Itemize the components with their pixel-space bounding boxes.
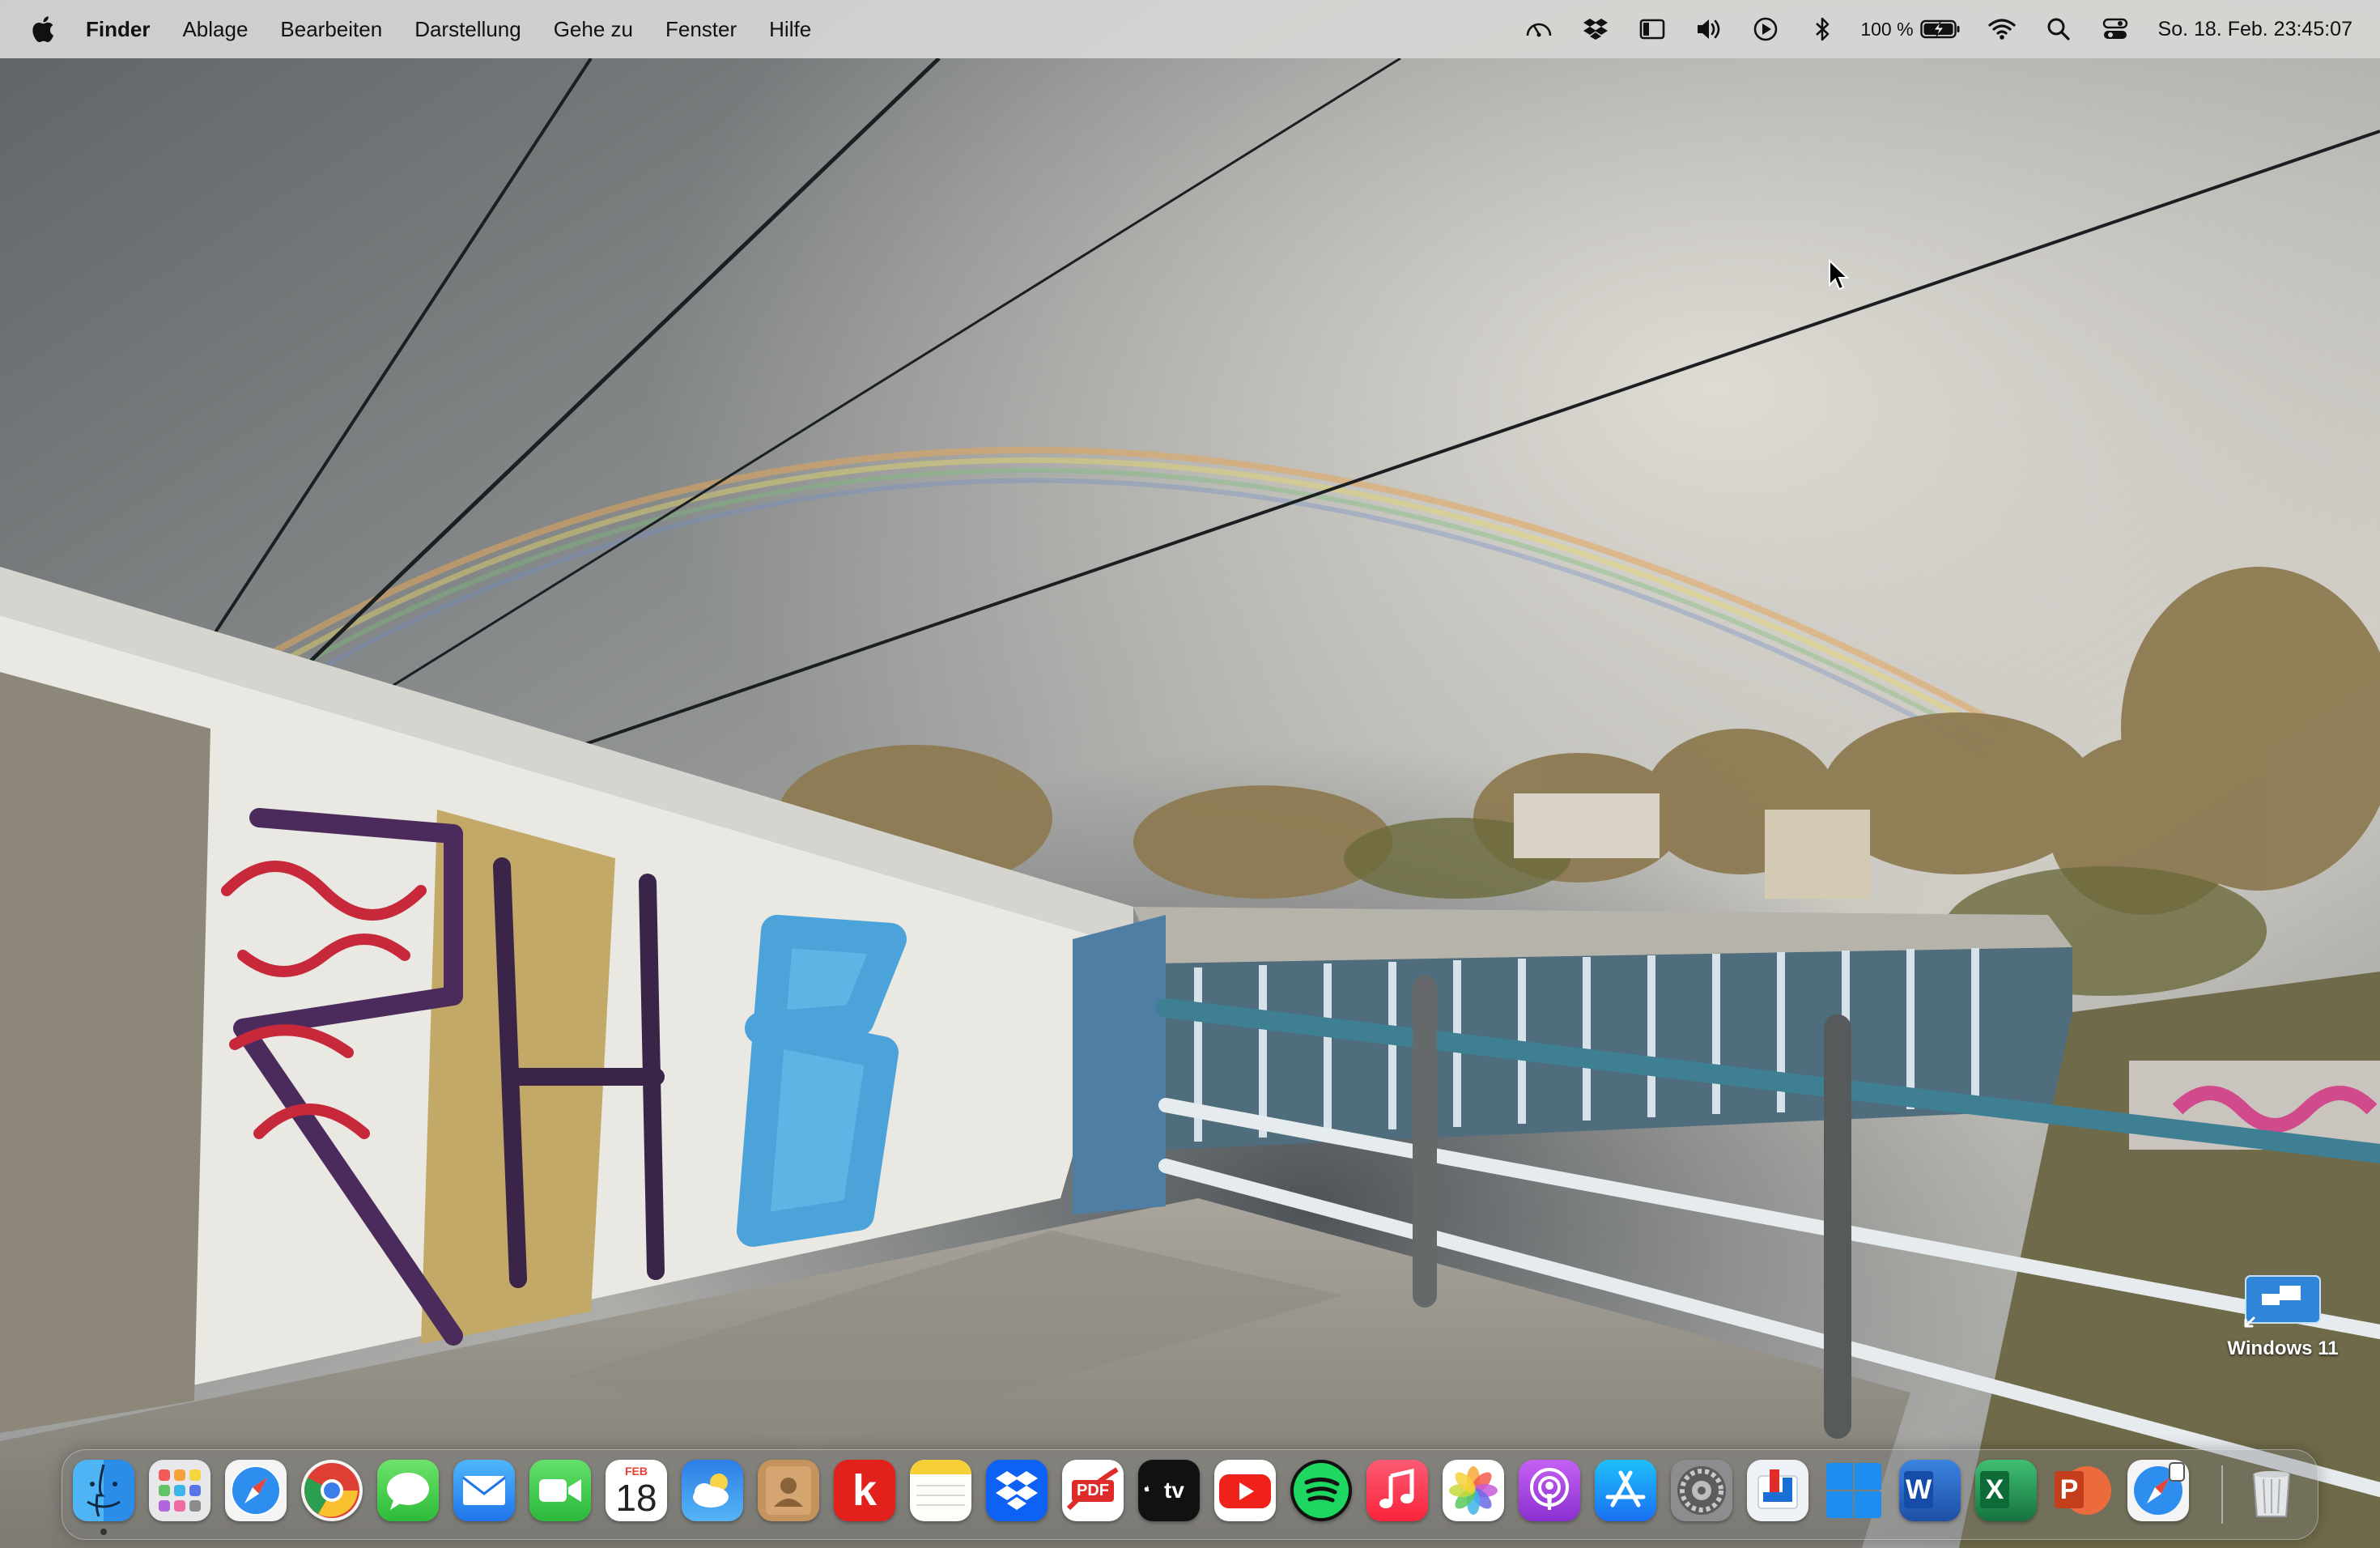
dropbox-icon[interactable] (1579, 15, 1612, 44)
dock-parallels-icon[interactable] (1747, 1460, 1808, 1521)
spotlight-search-icon[interactable] (2042, 15, 2075, 44)
dock-running-indicator (100, 1529, 107, 1535)
dock-chrome-icon[interactable] (301, 1460, 363, 1521)
control-center-icon[interactable] (2099, 15, 2131, 44)
dock-weather-icon[interactable] (682, 1460, 743, 1521)
menu-ablage[interactable]: Ablage (166, 17, 264, 42)
bluetooth-icon[interactable] (1806, 15, 1838, 44)
dock-contacts-icon[interactable] (758, 1460, 819, 1521)
menu-gehe-zu[interactable]: Gehe zu (538, 17, 649, 42)
desktop-icon-windows-11[interactable]: Windows 11 (2210, 1269, 2356, 1360)
dock-spotify-icon[interactable] (1290, 1460, 1352, 1521)
battery-percent: 100 % (1860, 18, 1914, 40)
dock-dropbox-icon[interactable] (986, 1460, 1048, 1521)
dock-facetime-icon[interactable] (529, 1460, 591, 1521)
dock-trash-icon[interactable] (2241, 1460, 2302, 1521)
dock-mail-icon[interactable] (453, 1460, 515, 1521)
word-letter: W (1904, 1471, 1933, 1508)
dock-launchpad-icon[interactable] (149, 1460, 210, 1521)
dock-music-icon[interactable] (1366, 1460, 1428, 1521)
desktop-wallpaper (0, 0, 2380, 1548)
sidebar-icon[interactable] (1636, 15, 1668, 44)
calendar-day: 18 (615, 1477, 657, 1519)
kleinanzeigen-letter: k (852, 1466, 878, 1515)
wifi-icon[interactable] (1986, 15, 2018, 44)
dock-finder-icon[interactable] (73, 1460, 134, 1521)
dock-messages-icon[interactable] (377, 1460, 439, 1521)
dock-apple-tv-icon[interactable]: tv (1138, 1460, 1200, 1521)
menubar-clock[interactable]: So. 18. Feb. 23:45:07 (2158, 18, 2352, 41)
dock-safari-preview-icon[interactable] (2127, 1460, 2189, 1521)
dock-powerpoint-icon[interactable]: P (2051, 1460, 2113, 1521)
apple-logo-icon[interactable] (31, 13, 58, 45)
menu-fenster[interactable]: Fenster (649, 17, 753, 42)
excel-letter: X (1980, 1471, 2009, 1508)
dock-kleinanzeigen-icon[interactable]: k (834, 1460, 895, 1521)
menu-bearbeiten[interactable]: Bearbeiten (264, 17, 398, 42)
dock-pdf-expert-icon[interactable]: PDF (1062, 1460, 1124, 1521)
dock-podcasts-icon[interactable] (1519, 1460, 1580, 1521)
dock-safari-icon[interactable] (225, 1460, 287, 1521)
dock-system-settings-icon[interactable] (1671, 1460, 1732, 1521)
battery-icon[interactable] (1919, 19, 1961, 39)
dock-calendar-icon[interactable]: FEB 18 (606, 1460, 667, 1521)
speedometer-icon[interactable] (1523, 15, 1555, 44)
dock-notes-icon[interactable] (910, 1460, 971, 1521)
dock-separator (2221, 1465, 2223, 1524)
dock-app-store-icon[interactable] (1595, 1460, 1656, 1521)
play-icon[interactable] (1749, 15, 1782, 44)
menu-app-finder[interactable]: Finder (86, 17, 166, 42)
menu-hilfe[interactable]: Hilfe (753, 17, 827, 42)
mouse-cursor-icon (1829, 259, 1849, 291)
dock-word-icon[interactable]: W (1899, 1460, 1961, 1521)
dock-youtube-icon[interactable] (1214, 1460, 1276, 1521)
pdf-label: PDF (1072, 1479, 1114, 1502)
dock-excel-icon[interactable]: X (1975, 1460, 2037, 1521)
windows-app-alias-icon (2242, 1269, 2323, 1329)
menu-bar: Finder Ablage Bearbeiten Darstellung Geh… (0, 0, 2380, 58)
desktop-icon-label: Windows 11 (2227, 1337, 2339, 1359)
tv-label: tv (1164, 1478, 1184, 1503)
dock-windows-icon[interactable] (1823, 1460, 1885, 1521)
powerpoint-letter: P (2055, 1471, 2084, 1508)
volume-icon[interactable] (1693, 15, 1725, 44)
dock-photos-icon[interactable] (1443, 1460, 1504, 1521)
menu-darstellung[interactable]: Darstellung (398, 17, 538, 42)
